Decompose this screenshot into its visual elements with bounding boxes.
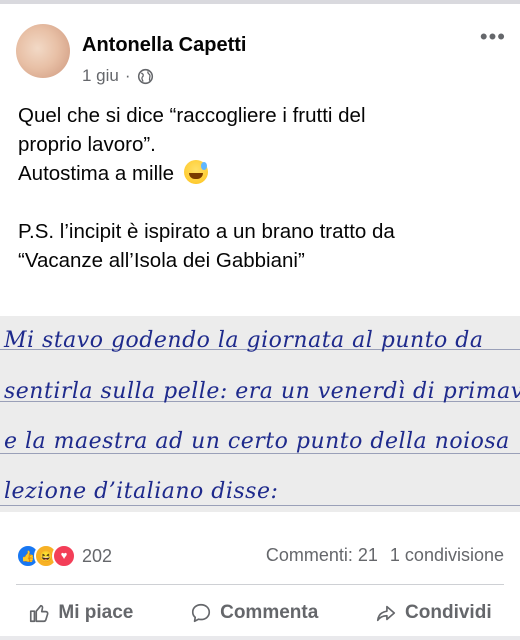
share-button[interactable]: Condividi [375, 602, 492, 624]
reactions-summary[interactable]: 👍 😆 ♥ 202 [16, 544, 112, 568]
post-meta: 1 giu · [82, 66, 154, 86]
meta-separator: · [124, 66, 131, 85]
post-text: Quel che si dice “raccogliere i frutti d… [18, 101, 508, 275]
engagement-stats: Commenti: 21 1 condivisione [266, 545, 504, 566]
thumbs-up-icon [30, 604, 49, 623]
post-stats: 👍 😆 ♥ 202 Commenti: 21 1 condivisione [16, 544, 504, 570]
post-photo[interactable]: Mi stavo godendo la giornata al punto da… [0, 316, 520, 512]
shares-count[interactable]: 1 condivisione [390, 545, 504, 566]
post-card: Antonella Capetti 1 giu · ••• Quel che s… [0, 0, 520, 636]
comment-button[interactable]: Commenta [190, 602, 318, 624]
like-button[interactable]: Mi piace [28, 602, 133, 624]
action-bar: Mi piace Commenta Condividi [0, 596, 520, 630]
comment-icon [192, 603, 211, 623]
avatar[interactable] [16, 24, 70, 78]
post-line: Quel che si dice “raccogliere i frutti d… [18, 104, 366, 127]
more-options-icon[interactable]: ••• [480, 26, 506, 48]
love-reaction-icon: ♥ [52, 544, 76, 568]
share-icon [376, 605, 396, 622]
handwriting-line: e la maestra ad un certo punto della noi… [4, 429, 510, 454]
handwriting-line: lezione d’italiano disse: [4, 479, 279, 504]
post-line: proprio lavoro”. [18, 133, 156, 156]
post-line: Autostima a mille [18, 162, 175, 185]
post-line: P.S. l’incipit è ispirato a un brano tra… [18, 220, 395, 243]
comments-count[interactable]: Commenti: 21 [266, 545, 378, 566]
divider [16, 584, 504, 585]
post-line-with-emoji: Autostima a mille [18, 159, 508, 188]
post-line: “Vacanze all’Isola dei Gabbiani” [18, 249, 305, 272]
reactions-count: 202 [82, 545, 113, 566]
handwriting-line: sentirla sulla pelle: era un venerdì di … [4, 379, 520, 404]
share-label: Condividi [405, 602, 492, 623]
comment-label: Commenta [220, 602, 319, 623]
handwriting-line: Mi stavo godendo la giornata al punto da [4, 328, 484, 353]
author-name[interactable]: Antonella Capetti [82, 34, 246, 57]
like-label: Mi piace [58, 602, 134, 623]
globe-icon [137, 68, 153, 84]
post-time[interactable]: 1 giu [82, 66, 119, 86]
grinning-sweat-emoji-icon [183, 160, 208, 184]
